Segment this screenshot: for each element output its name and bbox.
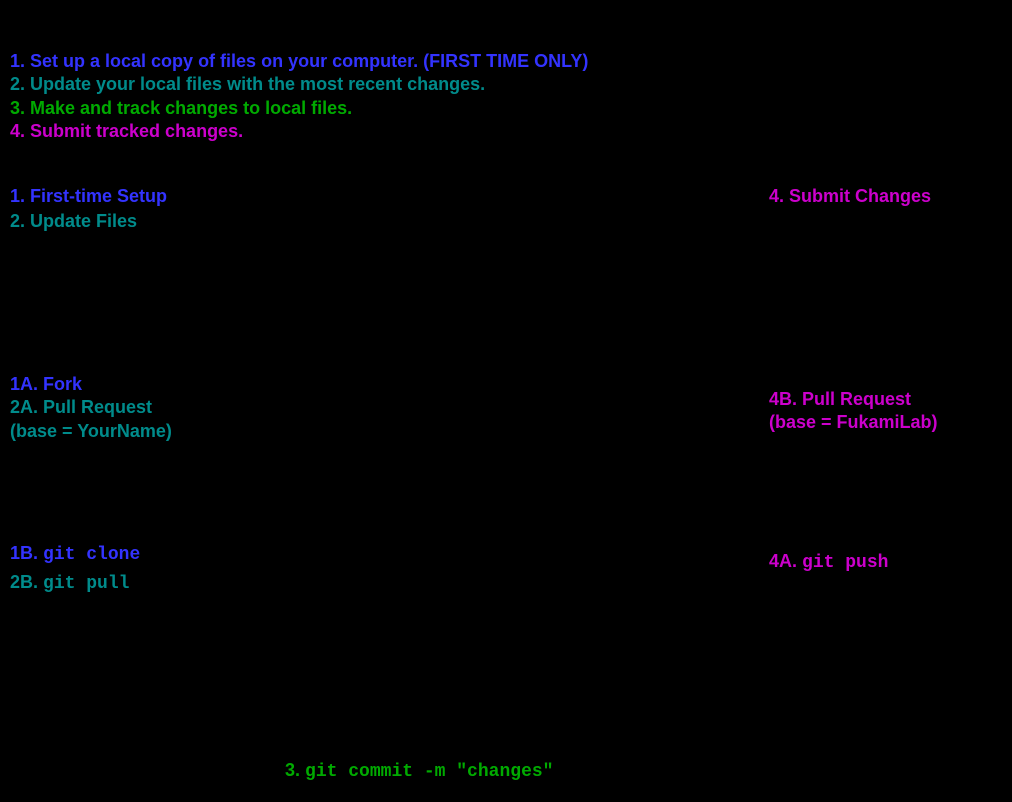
cmd-right-push-prefix: 4A. (769, 551, 797, 571)
section-heading-1: 1. First-time Setup (10, 185, 167, 208)
commit-code: git commit -m "changes" (305, 762, 553, 782)
section-heading-4: 4. Submit Changes (769, 185, 931, 208)
legend-line-2: 2. Update your local files with the most… (10, 73, 588, 96)
cmd-right-push: 4A. git push (769, 548, 888, 577)
cmd-left-clone-prefix: 1B. (10, 543, 38, 563)
legend-line-1-num: 1. (10, 51, 25, 71)
note-left-pull-request: 2A. Pull Request (10, 396, 172, 419)
cmd-left-pull: 2B. git pull (10, 569, 140, 598)
note-block-left: 1A. Fork 2A. Pull Request (base = YourNa… (10, 373, 172, 443)
note-right-base: (base = FukamiLab) (769, 411, 938, 434)
cmd-left-clone-code: git clone (43, 545, 140, 565)
legend-line-2-num: 2. (10, 74, 25, 94)
cmd-left-pull-code: git pull (43, 574, 129, 594)
legend-line-1: 1. Set up a local copy of files on your … (10, 50, 588, 73)
legend-line-3-text: Make and track changes to local files. (25, 98, 352, 118)
cmd-left-clone: 1B. git clone (10, 540, 140, 569)
note-right-pull-request: 4B. Pull Request (769, 388, 938, 411)
legend-line-4-num: 4. (10, 121, 25, 141)
legend-line-3-num: 3. (10, 98, 25, 118)
legend-line-4-text: Submit tracked changes. (25, 121, 243, 141)
note-left-base: (base = YourName) (10, 420, 172, 443)
cmd-left-pull-prefix: 2B. (10, 572, 38, 592)
cmd-block-left: 1B. git clone 2B. git pull (10, 540, 140, 598)
legend-line-2-text: Update your local files with the most re… (25, 74, 485, 94)
legend-line-4: 4. Submit tracked changes. (10, 120, 588, 143)
cmd-right-push-code: git push (802, 553, 888, 573)
legend-block: 1. Set up a local copy of files on your … (10, 50, 588, 144)
legend-line-1-text: Set up a local copy of files on your com… (25, 51, 588, 71)
section-heading-2: 2. Update Files (10, 210, 137, 233)
commit-prefix: 3. (285, 760, 300, 780)
commit-line: 3. git commit -m "changes" (285, 760, 553, 782)
cmd-block-right: 4A. git push (769, 548, 888, 577)
legend-line-3: 3. Make and track changes to local files… (10, 97, 588, 120)
note-block-right: 4B. Pull Request (base = FukamiLab) (769, 388, 938, 435)
note-left-fork: 1A. Fork (10, 373, 172, 396)
